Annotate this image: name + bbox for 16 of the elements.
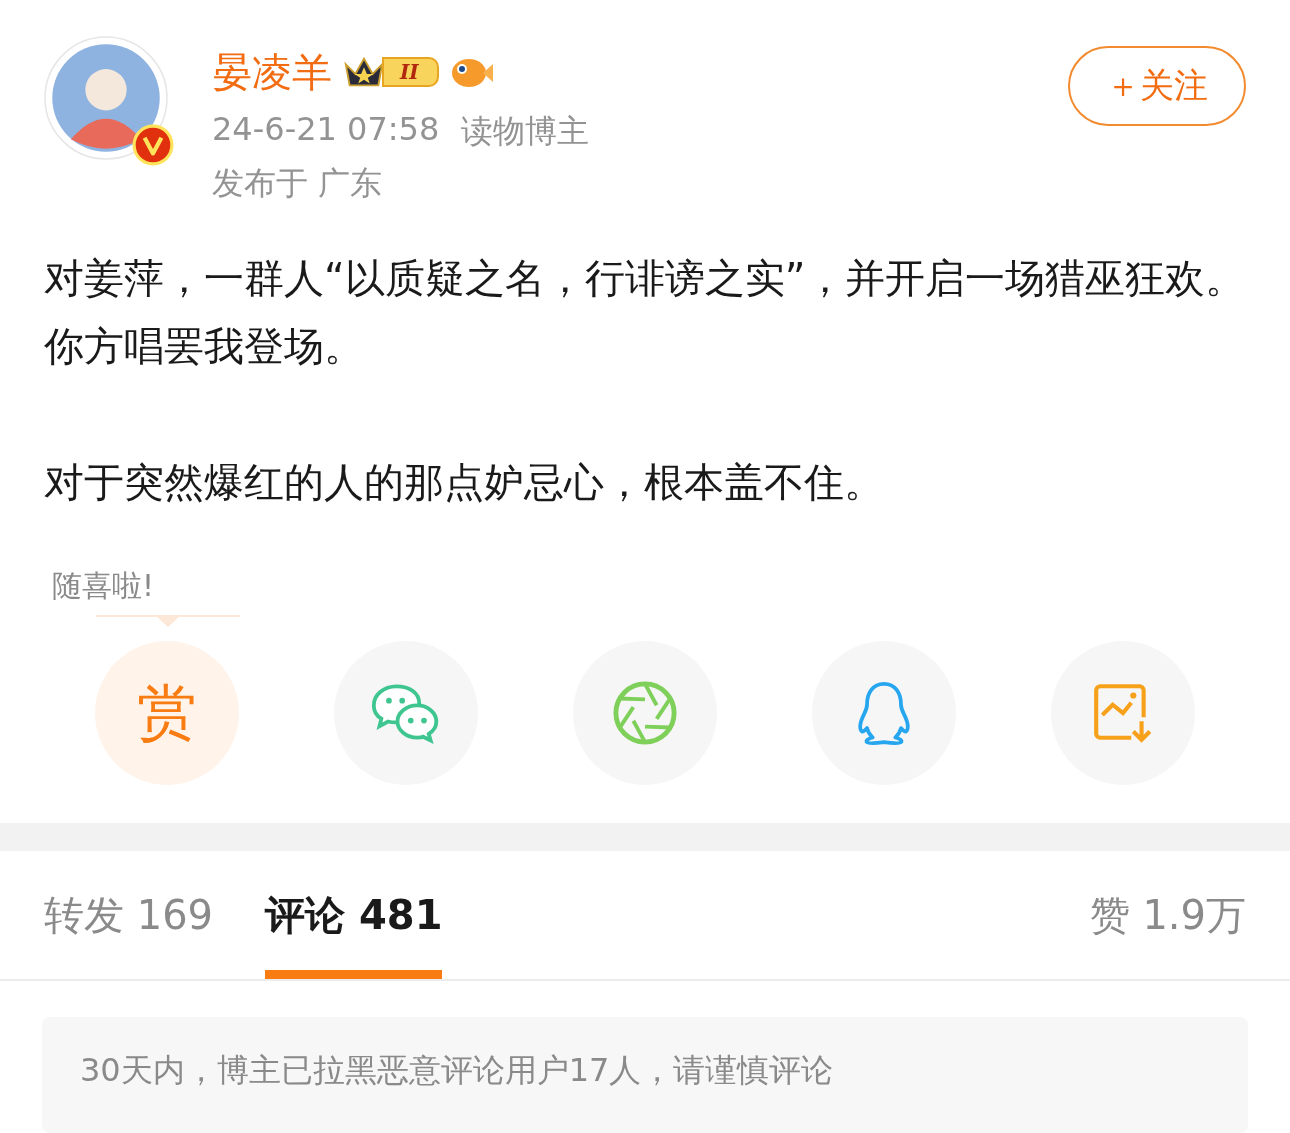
follow-button[interactable]: ＋关注: [1068, 46, 1246, 126]
post-location: 发布于 广东: [212, 163, 384, 204]
post-time: 24-6-21 07:58: [212, 110, 440, 150]
tab[interactable]: 评论 481: [265, 851, 443, 979]
tab[interactable]: 赞 1.9万: [1089, 851, 1246, 979]
post-paragraph: 对姜萍，一群人“以质疑之名，行诽谤之实”，并开启一场猎巫狂欢。你方唱罢我登场。: [44, 254, 1246, 371]
tab[interactable]: 转发 169: [44, 851, 214, 979]
notice-text: 30天内，博主已拉黑恶意评论用户17人，请谨慎评论: [80, 1051, 834, 1089]
verified-icon: [132, 124, 174, 166]
reward-tip: 随喜啦!: [52, 567, 156, 605]
post-paragraph: 对于突然爆红的人的那点妒忌心，根本盖不住。: [44, 458, 885, 507]
avatar[interactable]: [44, 36, 168, 160]
level-badge: II: [342, 54, 439, 90]
author-role: 读物博主: [461, 111, 590, 152]
user-name[interactable]: 晏凌羊: [212, 44, 332, 100]
reward-button[interactable]: 赏: [95, 641, 239, 785]
